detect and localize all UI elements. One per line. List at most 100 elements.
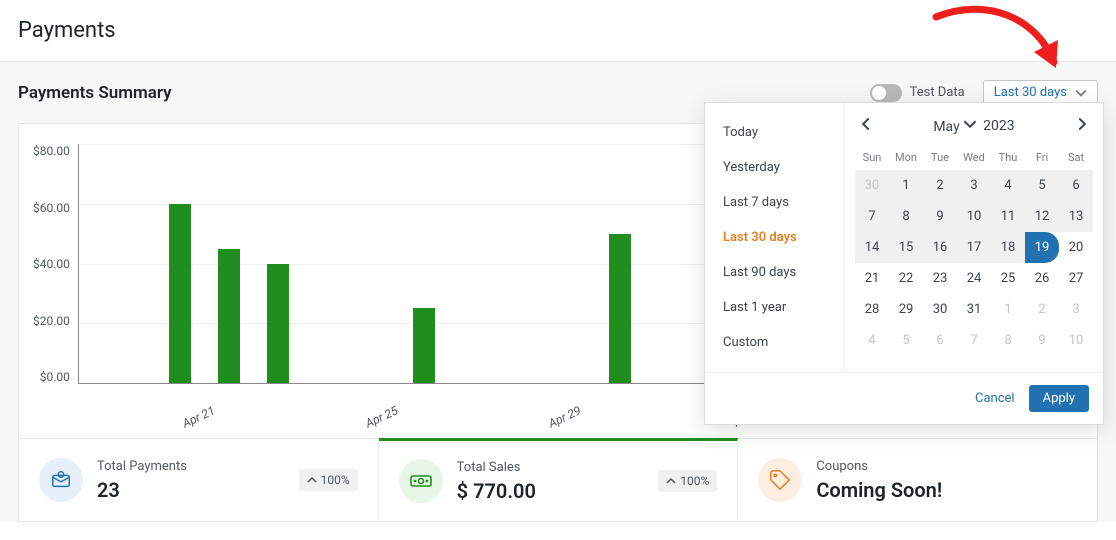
calendar-day[interactable]: 3 [957, 170, 991, 201]
stat-label: Total Payments [97, 459, 187, 474]
next-month-button[interactable] [1071, 113, 1093, 139]
chevron-down-icon [1075, 87, 1087, 99]
y-tick: $0.00 [40, 370, 70, 384]
chevron-up-icon [666, 476, 676, 486]
calendar-weekday: Tue [923, 145, 957, 170]
date-range-popover: TodayYesterdayLast 7 daysLast 30 daysLas… [704, 102, 1104, 425]
calendar-day[interactable]: 9 [923, 201, 957, 232]
bar-slot [548, 144, 593, 383]
preset-option[interactable]: Last 90 days [705, 255, 844, 290]
summary-title: Payments Summary [18, 83, 172, 103]
calendar-day[interactable]: 21 [855, 263, 889, 294]
calendar-day[interactable]: 17 [957, 232, 991, 263]
calendar-day[interactable]: 24 [957, 263, 991, 294]
bar[interactable] [609, 234, 631, 383]
preset-option[interactable]: Last 7 days [705, 185, 844, 220]
calendar-day[interactable]: 22 [889, 263, 923, 294]
calendar-day[interactable]: 5 [1025, 170, 1059, 201]
calendar-day[interactable]: 23 [923, 263, 957, 294]
calendar-day[interactable]: 1 [889, 170, 923, 201]
calendar-day[interactable]: 6 [1059, 170, 1093, 201]
calendar-day[interactable]: 28 [855, 294, 889, 325]
calendar-day[interactable]: 13 [1059, 201, 1093, 232]
calendar-weekday: Fri [1025, 145, 1059, 170]
calendar-day[interactable]: 1 [991, 294, 1025, 325]
bar-slot [353, 144, 398, 383]
bar-slot [597, 144, 642, 383]
calendar-day[interactable]: 20 [1059, 232, 1093, 263]
calendar-day[interactable]: 27 [1059, 263, 1093, 294]
calendar-weekday: Mon [889, 145, 923, 170]
envelope-money-icon [39, 458, 83, 502]
date-range-label: Last 30 days [994, 85, 1067, 100]
apply-button[interactable]: Apply [1029, 385, 1089, 412]
calendar-day[interactable]: 18 [991, 232, 1025, 263]
chevron-down-icon [963, 117, 977, 131]
calendar-weekday: Sun [855, 145, 889, 170]
stat-cards: Total Payments 23 100% Total Sales $ 770… [18, 439, 1098, 522]
calendar-day[interactable]: 29 [889, 294, 923, 325]
calendar-day[interactable]: 7 [957, 325, 991, 356]
calendar-day[interactable]: 5 [889, 325, 923, 356]
calendar-weekday: Thu [991, 145, 1025, 170]
page-title: Payments [0, 0, 1116, 61]
preset-option[interactable]: Last 1 year [705, 290, 844, 325]
calendar-day[interactable]: 16 [923, 232, 957, 263]
stat-label: Coupons [816, 459, 942, 474]
bar-slot [500, 144, 545, 383]
tag-icon [758, 458, 802, 502]
calendar-day[interactable]: 26 [1025, 263, 1059, 294]
calendar-day[interactable]: 30 [923, 294, 957, 325]
calendar-day[interactable]: 30 [855, 170, 889, 201]
calendar: May 2023 SunMonTueWedThuFriSat3012345678… [845, 103, 1103, 372]
calendar-day[interactable]: 19 [1025, 232, 1059, 263]
bar[interactable] [169, 204, 191, 383]
stat-total-sales[interactable]: Total Sales $ 770.00 100% [379, 438, 739, 521]
calendar-day[interactable]: 8 [889, 201, 923, 232]
cancel-button[interactable]: Cancel [975, 391, 1015, 406]
calendar-day[interactable]: 9 [1025, 325, 1059, 356]
stat-delta: 100% [658, 470, 717, 492]
calendar-day[interactable]: 3 [1059, 294, 1093, 325]
calendar-year[interactable]: 2023 [983, 118, 1014, 134]
bar[interactable] [413, 308, 435, 383]
calendar-day[interactable]: 14 [855, 232, 889, 263]
preset-option[interactable]: Last 30 days [705, 220, 844, 255]
bar[interactable] [267, 264, 289, 384]
calendar-day[interactable]: 4 [991, 170, 1025, 201]
calendar-day[interactable]: 7 [855, 201, 889, 232]
calendar-day[interactable]: 8 [991, 325, 1025, 356]
stat-value: Coming Soon! [816, 478, 942, 502]
prev-month-button[interactable] [855, 113, 877, 139]
preset-list: TodayYesterdayLast 7 daysLast 30 daysLas… [705, 103, 845, 372]
stat-value: $ 770.00 [457, 479, 536, 503]
y-tick: $20.00 [33, 314, 70, 328]
bar-slot [255, 144, 300, 383]
calendar-day[interactable]: 10 [957, 201, 991, 232]
y-tick: $60.00 [33, 201, 70, 215]
test-data-toggle[interactable] [870, 84, 902, 102]
calendar-day[interactable]: 4 [855, 325, 889, 356]
calendar-weekday: Sat [1059, 145, 1093, 170]
calendar-day[interactable]: 10 [1059, 325, 1093, 356]
calendar-day[interactable]: 2 [923, 170, 957, 201]
stat-total-payments[interactable]: Total Payments 23 100% [19, 439, 379, 521]
y-tick: $40.00 [33, 257, 70, 271]
calendar-day[interactable]: 31 [957, 294, 991, 325]
preset-option[interactable]: Today [705, 115, 844, 150]
stat-coupons[interactable]: Coupons Coming Soon! [738, 439, 1097, 521]
calendar-day[interactable]: 6 [923, 325, 957, 356]
bar[interactable] [218, 249, 240, 383]
calendar-day[interactable]: 15 [889, 232, 923, 263]
bar-slot [646, 144, 691, 383]
preset-option[interactable]: Yesterday [705, 150, 844, 185]
calendar-day[interactable]: 25 [991, 263, 1025, 294]
calendar-day[interactable]: 11 [991, 201, 1025, 232]
preset-option[interactable]: Custom [705, 325, 844, 360]
calendar-day[interactable]: 2 [1025, 294, 1059, 325]
chevron-up-icon [307, 475, 317, 485]
calendar-day[interactable]: 12 [1025, 201, 1059, 232]
bar-slot [402, 144, 447, 383]
bar-slot [109, 144, 154, 383]
calendar-month-select[interactable]: May [933, 117, 977, 135]
